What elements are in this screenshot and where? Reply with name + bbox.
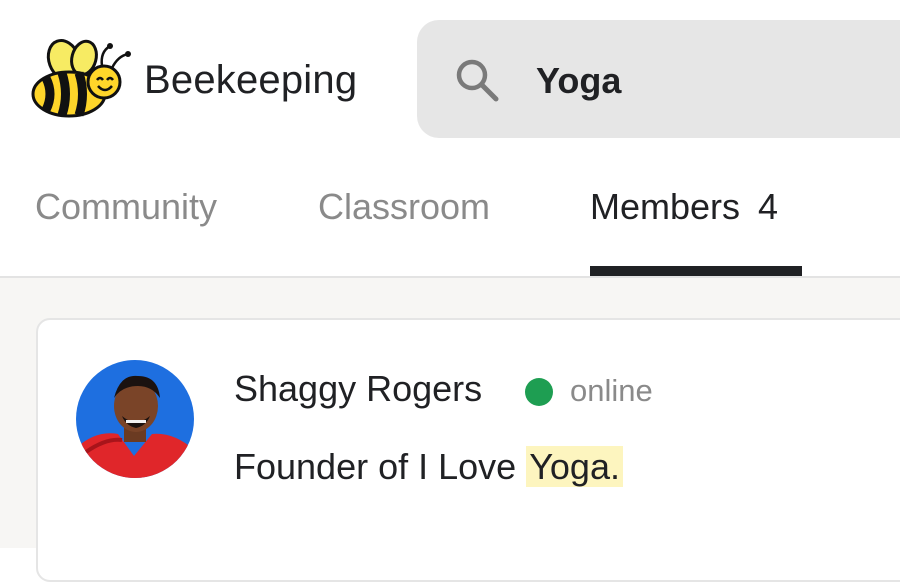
tab-members[interactable]: Members 4	[590, 186, 778, 228]
members-count: 4	[758, 186, 779, 227]
search-input[interactable]: Yoga	[536, 60, 621, 102]
tab-members-label: Members	[590, 186, 741, 227]
members-list: Shaggy Rogers online Founder of I Love Y…	[0, 278, 900, 582]
active-tab-indicator	[590, 266, 802, 276]
member-name[interactable]: Shaggy Rogers	[234, 368, 482, 410]
online-status-text: online	[570, 373, 653, 408]
tab-bar: Community Classroom Members 4	[0, 150, 900, 278]
tab-classroom[interactable]: Classroom	[318, 186, 490, 228]
member-card[interactable]: Shaggy Rogers online Founder of I Love Y…	[36, 318, 900, 582]
top-header: Beekeeping Yoga	[0, 0, 900, 150]
tab-community[interactable]: Community	[35, 186, 217, 228]
bio-text: Founder of I Love	[234, 446, 527, 487]
bee-logo-icon[interactable]	[24, 36, 132, 120]
search-match-highlight: Yoga.	[526, 446, 623, 487]
search-icon	[456, 59, 499, 102]
member-bio: Founder of I Love Yoga.	[234, 446, 623, 488]
online-status-dot	[525, 378, 553, 406]
brand-name[interactable]: Beekeeping	[144, 58, 357, 103]
avatar[interactable]	[76, 360, 194, 478]
